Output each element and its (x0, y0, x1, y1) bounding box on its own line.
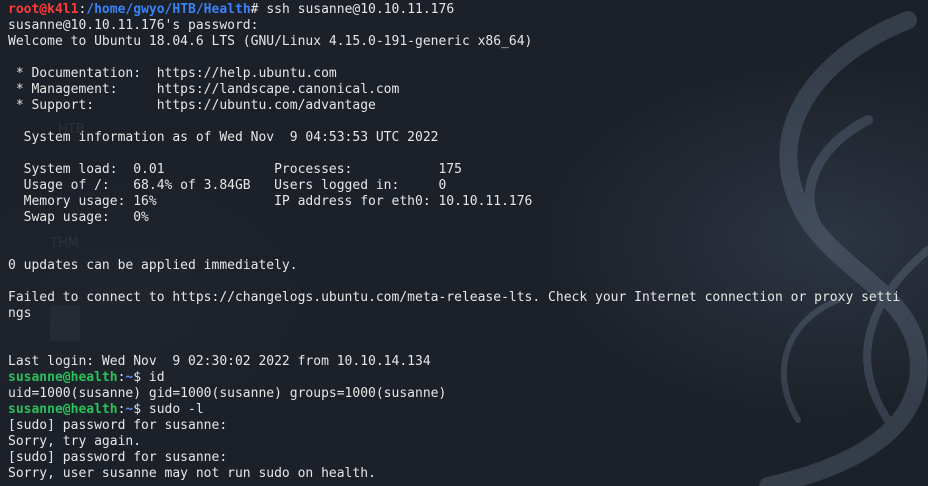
terminal-prompt-line: root@k4l1:/home/gwyo/HTB/Health# ssh sus… (8, 2, 900, 18)
terminal-output-line: Swap usage: 0% (8, 210, 149, 225)
terminal-output-line: * Management: https://landscape.canonica… (8, 82, 400, 97)
terminal-output-line: Failed to connect to https://changelogs.… (8, 290, 901, 305)
terminal-output-line: ngs (8, 306, 32, 321)
prompt-symbol: $ (133, 370, 149, 385)
terminal-output-line: Usage of /: 68.4% of 3.84GB Users logged… (8, 178, 447, 193)
terminal-output-line: Last login: Wed Nov 9 02:30:02 2022 from… (8, 354, 431, 369)
prompt-user-host: susanne@health (8, 370, 118, 385)
prompt-command: sudo -l (148, 402, 204, 417)
terminal-output-line: [sudo] password for susanne: (8, 418, 228, 433)
terminal-output-line: Memory usage: 16% IP address for eth0: 1… (8, 194, 533, 209)
prompt-user-host: root@k4l1 (8, 2, 79, 17)
terminal-output-line: Sorry, try again. (8, 434, 142, 449)
terminal-prompt-line: susanne@health:~$ id (8, 370, 900, 386)
terminal-output-line: * Support: https://ubuntu.com/advantage (8, 98, 376, 113)
terminal-output-line: 0 updates can be applied immediately. (8, 258, 298, 273)
terminal-prompt-line: susanne@health:~$ sudo -l (8, 402, 900, 418)
terminal-output-line: * Documentation: https://help.ubuntu.com (8, 66, 337, 81)
terminal-output-line: System load: 0.01 Processes: 175 (8, 162, 462, 177)
prompt-user-host: susanne@health (8, 402, 118, 417)
terminal-output-line: susanne@10.10.11.176's password: (8, 18, 259, 33)
prompt-path: /home/gwyo/HTB/Health (86, 2, 251, 17)
prompt-command: id (148, 370, 165, 385)
prompt-command: ssh susanne@10.10.11.176 (266, 2, 455, 17)
terminal-output-line: System information as of Wed Nov 9 04:53… (8, 130, 439, 145)
terminal-output-line: [sudo] password for susanne: (8, 450, 228, 465)
terminal-output-line: Sorry, user susanne may not run sudo on … (8, 466, 376, 481)
prompt-symbol: # (250, 2, 267, 17)
terminal-window[interactable]: HTB THM root@k4l1:/home/gwyo/HTB/Health#… (0, 0, 928, 486)
terminal-output-line: uid=1000(susanne) gid=1000(susanne) grou… (8, 386, 447, 401)
prompt-symbol: $ (133, 402, 149, 417)
terminal-output-line: Welcome to Ubuntu 18.04.6 LTS (GNU/Linux… (8, 34, 533, 49)
terminal-output: root@k4l1:/home/gwyo/HTB/Health# ssh sus… (8, 2, 900, 482)
